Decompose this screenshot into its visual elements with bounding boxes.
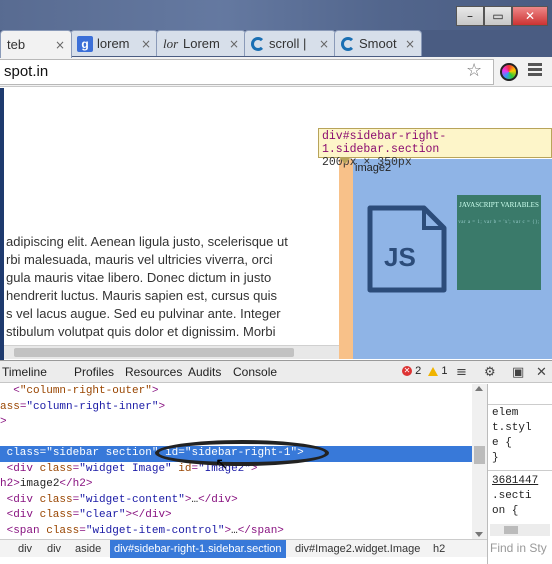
- close-devtools-icon[interactable]: ✕: [536, 365, 547, 380]
- crumb-item[interactable]: h2: [433, 543, 445, 555]
- tooltip-selector: div#sidebar-right-1.sidebar.section: [322, 130, 447, 156]
- styles-line: .secti: [492, 490, 532, 502]
- browser-titlebar: – ▭ ✕ teb × g lorem × lor Lorem × scroll…: [0, 0, 552, 58]
- scroll-up-arrow-icon[interactable]: [475, 386, 483, 391]
- dom-node[interactable]: ass="column-right-inner">: [0, 400, 472, 416]
- elements-scrollbar[interactable]: [472, 384, 487, 539]
- styles-line: e {: [492, 437, 512, 449]
- breadcrumb: div div aside div#sidebar-right-1.sideba…: [0, 539, 487, 558]
- dock-icon[interactable]: ▣: [512, 365, 524, 380]
- scroll-down-arrow-icon[interactable]: [475, 532, 483, 537]
- tab-google[interactable]: g lorem ×: [70, 30, 158, 56]
- scrollbar-thumb[interactable]: [474, 446, 485, 464]
- dom-node[interactable]: <span class="widget-item-control">…</spa…: [0, 524, 472, 540]
- elements-tree: <"column-right-outer"> ass="column-right…: [0, 384, 487, 539]
- styles-scrollbar[interactable]: [490, 524, 550, 536]
- tab-lorem[interactable]: lor Lorem ×: [156, 30, 246, 56]
- extension-icon[interactable]: [500, 63, 518, 81]
- crumb-item[interactable]: aside: [75, 543, 101, 555]
- settings-gear-icon[interactable]: ⚙: [484, 365, 496, 380]
- js-file-icon: JS: [367, 205, 447, 293]
- thumbnail-title: JAVASCRIPT VARIABLES: [459, 201, 539, 209]
- svg-text:JS: JS: [384, 242, 416, 272]
- styles-source-link[interactable]: 3681447: [492, 474, 538, 489]
- tab-label: Lorem: [183, 36, 220, 51]
- body-line: stibulum volutpat quis dolor et dignissi…: [6, 324, 276, 339]
- dom-node[interactable]: h2>image2</h2>: [0, 477, 472, 493]
- tab-label: Smoot: [359, 36, 397, 51]
- address-url: spot.in: [4, 63, 49, 80]
- minimize-button[interactable]: –: [456, 6, 484, 26]
- menu-icon[interactable]: [528, 63, 542, 78]
- styles-line: }: [492, 452, 499, 464]
- lorem-icon: lor: [163, 35, 179, 51]
- divider: [488, 470, 552, 471]
- page-left-edge: [0, 88, 4, 360]
- tab-label: teb: [7, 37, 26, 52]
- browser-toolbar: spot.in ☆: [0, 57, 552, 87]
- inspector-tooltip: div#sidebar-right-1.sidebar.section 200p…: [318, 128, 552, 169]
- address-bar[interactable]: spot.in: [0, 59, 494, 85]
- tab-smooth[interactable]: Smoot ×: [334, 30, 422, 56]
- dom-node[interactable]: <div class="clear"></div>: [0, 508, 472, 524]
- page-horizontal-scrollbar[interactable]: [4, 345, 339, 359]
- body-line: rbi malesuada, mauris vel ultricies vive…: [6, 252, 273, 267]
- body-line: hendrerit luctus. Mauris sapien est, cur…: [6, 288, 277, 303]
- tab-close-icon[interactable]: ×: [229, 37, 239, 51]
- warning-count: 1: [441, 365, 448, 377]
- dom-node[interactable]: <"column-right-outer">: [0, 384, 472, 400]
- tooltip-size: 200px × 350px: [322, 156, 412, 169]
- styles-pane: elem t.styl e { } 3681447 .secti on {: [487, 384, 552, 564]
- error-warning-counter[interactable]: ✕ 2 1: [402, 365, 447, 377]
- bookmark-star-icon[interactable]: ☆: [466, 60, 482, 81]
- tab-label: scroll |: [269, 36, 307, 51]
- dom-node[interactable]: <div class="widget-content">…</div>: [0, 493, 472, 509]
- tab-label: lorem: [97, 36, 130, 51]
- error-count: 2: [415, 365, 422, 377]
- tab-scroll[interactable]: scroll | ×: [244, 30, 336, 56]
- scrollbar-thumb[interactable]: [504, 526, 518, 534]
- find-in-styles-input[interactable]: Find in Sty: [490, 541, 547, 555]
- dom-node[interactable]: >: [0, 415, 472, 431]
- styles-line: elem: [492, 407, 519, 419]
- jquery-icon: [251, 36, 265, 51]
- google-icon: g: [77, 35, 93, 52]
- devtools-tab-console[interactable]: Console: [233, 365, 277, 379]
- tab-active[interactable]: teb ×: [0, 30, 72, 58]
- crumb-item[interactable]: div: [47, 543, 61, 555]
- styles-line: t.styl: [492, 422, 532, 434]
- tab-close-icon[interactable]: ×: [319, 37, 329, 51]
- scrollbar-thumb[interactable]: [14, 348, 294, 357]
- devtools-tabbar: Timeline Profiles Resources Audits Conso…: [0, 361, 552, 383]
- crumb-item[interactable]: div#Image2.widget.Image: [295, 543, 420, 555]
- warning-icon: [428, 366, 439, 376]
- error-icon: ✕: [402, 366, 412, 377]
- body-line: adipiscing elit. Aenean ligula justo, sc…: [6, 234, 288, 249]
- tab-close-icon[interactable]: ×: [405, 37, 415, 51]
- devtools-tab-resources[interactable]: Resources: [125, 365, 182, 379]
- blog-thumbnail: JAVASCRIPT VARIABLES var a = 1; var b = …: [457, 195, 541, 290]
- body-line: gula mauris vitae libero. Donec dictum i…: [6, 270, 272, 285]
- devtools-tab-audits[interactable]: Audits: [188, 365, 221, 379]
- annotation-oval: [155, 440, 329, 466]
- thumbnail-subtitle: var a = 1; var b = 'x'; var c = {};: [458, 220, 540, 225]
- body-text: adipiscing elit. Aenean ligula justo, sc…: [6, 233, 306, 341]
- jquery-icon: [341, 36, 355, 51]
- devtools-tab-timeline[interactable]: Timeline: [2, 365, 47, 379]
- styles-line: on {: [492, 505, 519, 517]
- body-line: s vel lacus augue. Sed eu pulvinar ante.…: [6, 306, 281, 321]
- crumb-item[interactable]: div: [18, 543, 32, 555]
- console-drawer-icon[interactable]: ≡: [456, 365, 467, 380]
- highlight-margin: [339, 159, 353, 359]
- devtools-panel: Timeline Profiles Resources Audits Conso…: [0, 360, 552, 564]
- divider: [488, 404, 552, 405]
- close-window-button[interactable]: ✕: [512, 6, 548, 26]
- devtools-tab-profiles[interactable]: Profiles: [74, 365, 114, 379]
- crumb-item-selected[interactable]: div#sidebar-right-1.sidebar.section: [110, 540, 286, 558]
- tab-close-icon[interactable]: ×: [55, 38, 65, 52]
- window-controls: – ▭ ✕: [456, 6, 548, 26]
- restore-button[interactable]: ▭: [484, 6, 512, 26]
- mouse-cursor-icon: ↖: [215, 454, 229, 473]
- tab-close-icon[interactable]: ×: [141, 37, 151, 51]
